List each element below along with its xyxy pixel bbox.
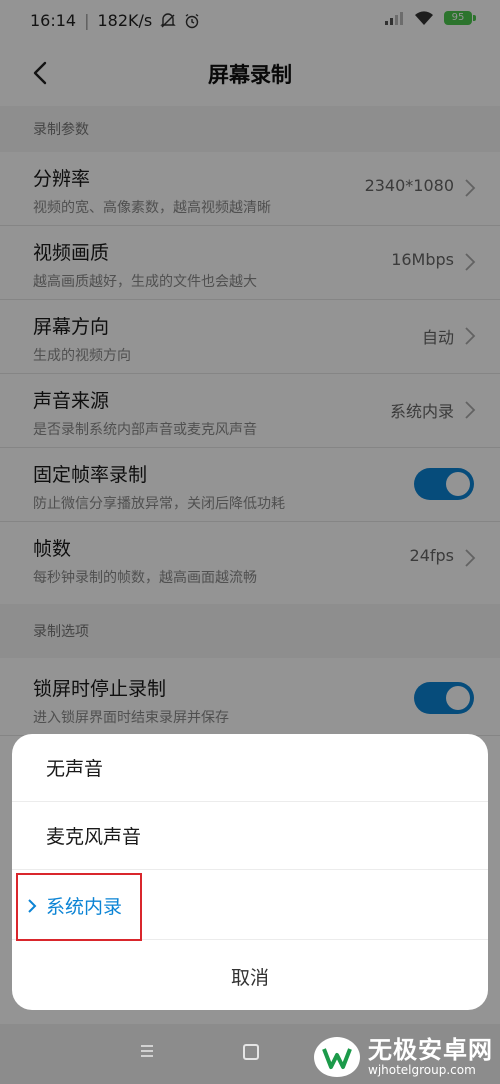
option-label: 麦克风声音 bbox=[46, 826, 142, 848]
watermark-url: wjhotelgroup.com bbox=[368, 1063, 476, 1077]
audio-source-sheet: 无声音 麦克风声音 系统内录 取消 bbox=[12, 734, 488, 1010]
annotation-highlight-box bbox=[16, 873, 142, 941]
watermark-text: 无极安卓网 wjhotelgroup.com bbox=[368, 1037, 493, 1077]
option-label: 无声音 bbox=[46, 758, 104, 780]
option-microphone-sound[interactable]: 麦克风声音 bbox=[12, 802, 488, 870]
watermark-title: 无极安卓网 bbox=[368, 1036, 493, 1064]
watermark-logo-icon bbox=[314, 1037, 360, 1077]
watermark: 无极安卓网 wjhotelgroup.com bbox=[312, 1030, 500, 1084]
cancel-button[interactable]: 取消 bbox=[12, 942, 488, 1010]
menu-icon[interactable] bbox=[140, 1044, 154, 1058]
option-no-sound[interactable]: 无声音 bbox=[12, 734, 488, 802]
home-icon[interactable] bbox=[243, 1044, 259, 1060]
